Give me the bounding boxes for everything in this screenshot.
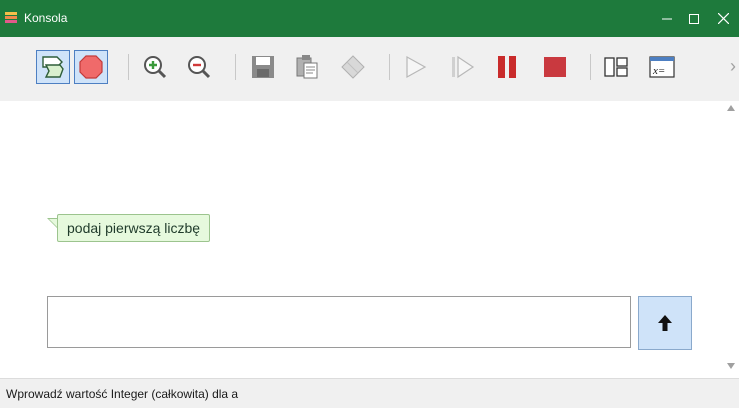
variables-icon: x= [649,56,675,78]
console-output: podaj pierwszą liczbę [0,101,724,378]
stop-button[interactable] [538,50,572,84]
close-button[interactable] [707,0,739,37]
status-text: Wprowadź wartość Integer (całkowita) dla… [6,387,239,401]
toolbar: x= › [0,37,739,101]
run-button[interactable] [398,50,432,84]
zoom-in-icon [144,56,167,79]
scroll-up-icon[interactable] [727,105,735,111]
zoom-out-button[interactable] [182,50,216,84]
toolbar-separator [590,54,591,80]
arrow-up-icon [658,315,672,331]
breakpoint-button[interactable] [74,50,108,84]
app-logo-icon [5,12,17,23]
toolbar-separator [128,54,129,80]
pause-button[interactable] [490,50,524,84]
save-button[interactable] [246,50,280,84]
bubble-tail-inner [49,219,57,227]
status-bar: Wprowadź wartość Integer (całkowita) dla… [0,378,739,408]
vertical-scrollbar[interactable] [724,101,739,378]
step-mode-button[interactable] [36,50,70,84]
scroll-down-icon[interactable] [727,363,735,369]
chevron-right-icon[interactable]: › [730,57,736,75]
stop-icon [544,57,566,77]
save-icon [252,56,274,78]
stop-octagon-icon [79,55,103,79]
variables-label: x= [652,65,665,77]
zoom-out-icon [188,56,211,79]
maximize-icon [689,13,699,24]
copy-icon [296,55,318,79]
step-icon [452,55,475,79]
title-bar: Konsola [0,0,739,37]
flow-step-icon [42,56,64,78]
variables-button[interactable]: x= [645,50,679,84]
toolbar-separator [235,54,236,80]
clear-button[interactable] [336,50,370,84]
window-title: Konsola [24,11,68,25]
layout-button[interactable] [599,50,633,84]
play-icon [406,55,427,79]
submit-button[interactable] [638,296,692,350]
step-button[interactable] [445,50,479,84]
eraser-icon [341,55,365,79]
zoom-in-button[interactable] [138,50,172,84]
copy-button[interactable] [290,50,324,84]
prompt-message: podaj pierwszą liczbę [57,214,211,242]
layout-icon [604,57,628,77]
pause-icon [498,56,516,78]
toolbar-separator [389,54,390,80]
console-input[interactable] [47,296,631,348]
close-icon [717,13,729,24]
